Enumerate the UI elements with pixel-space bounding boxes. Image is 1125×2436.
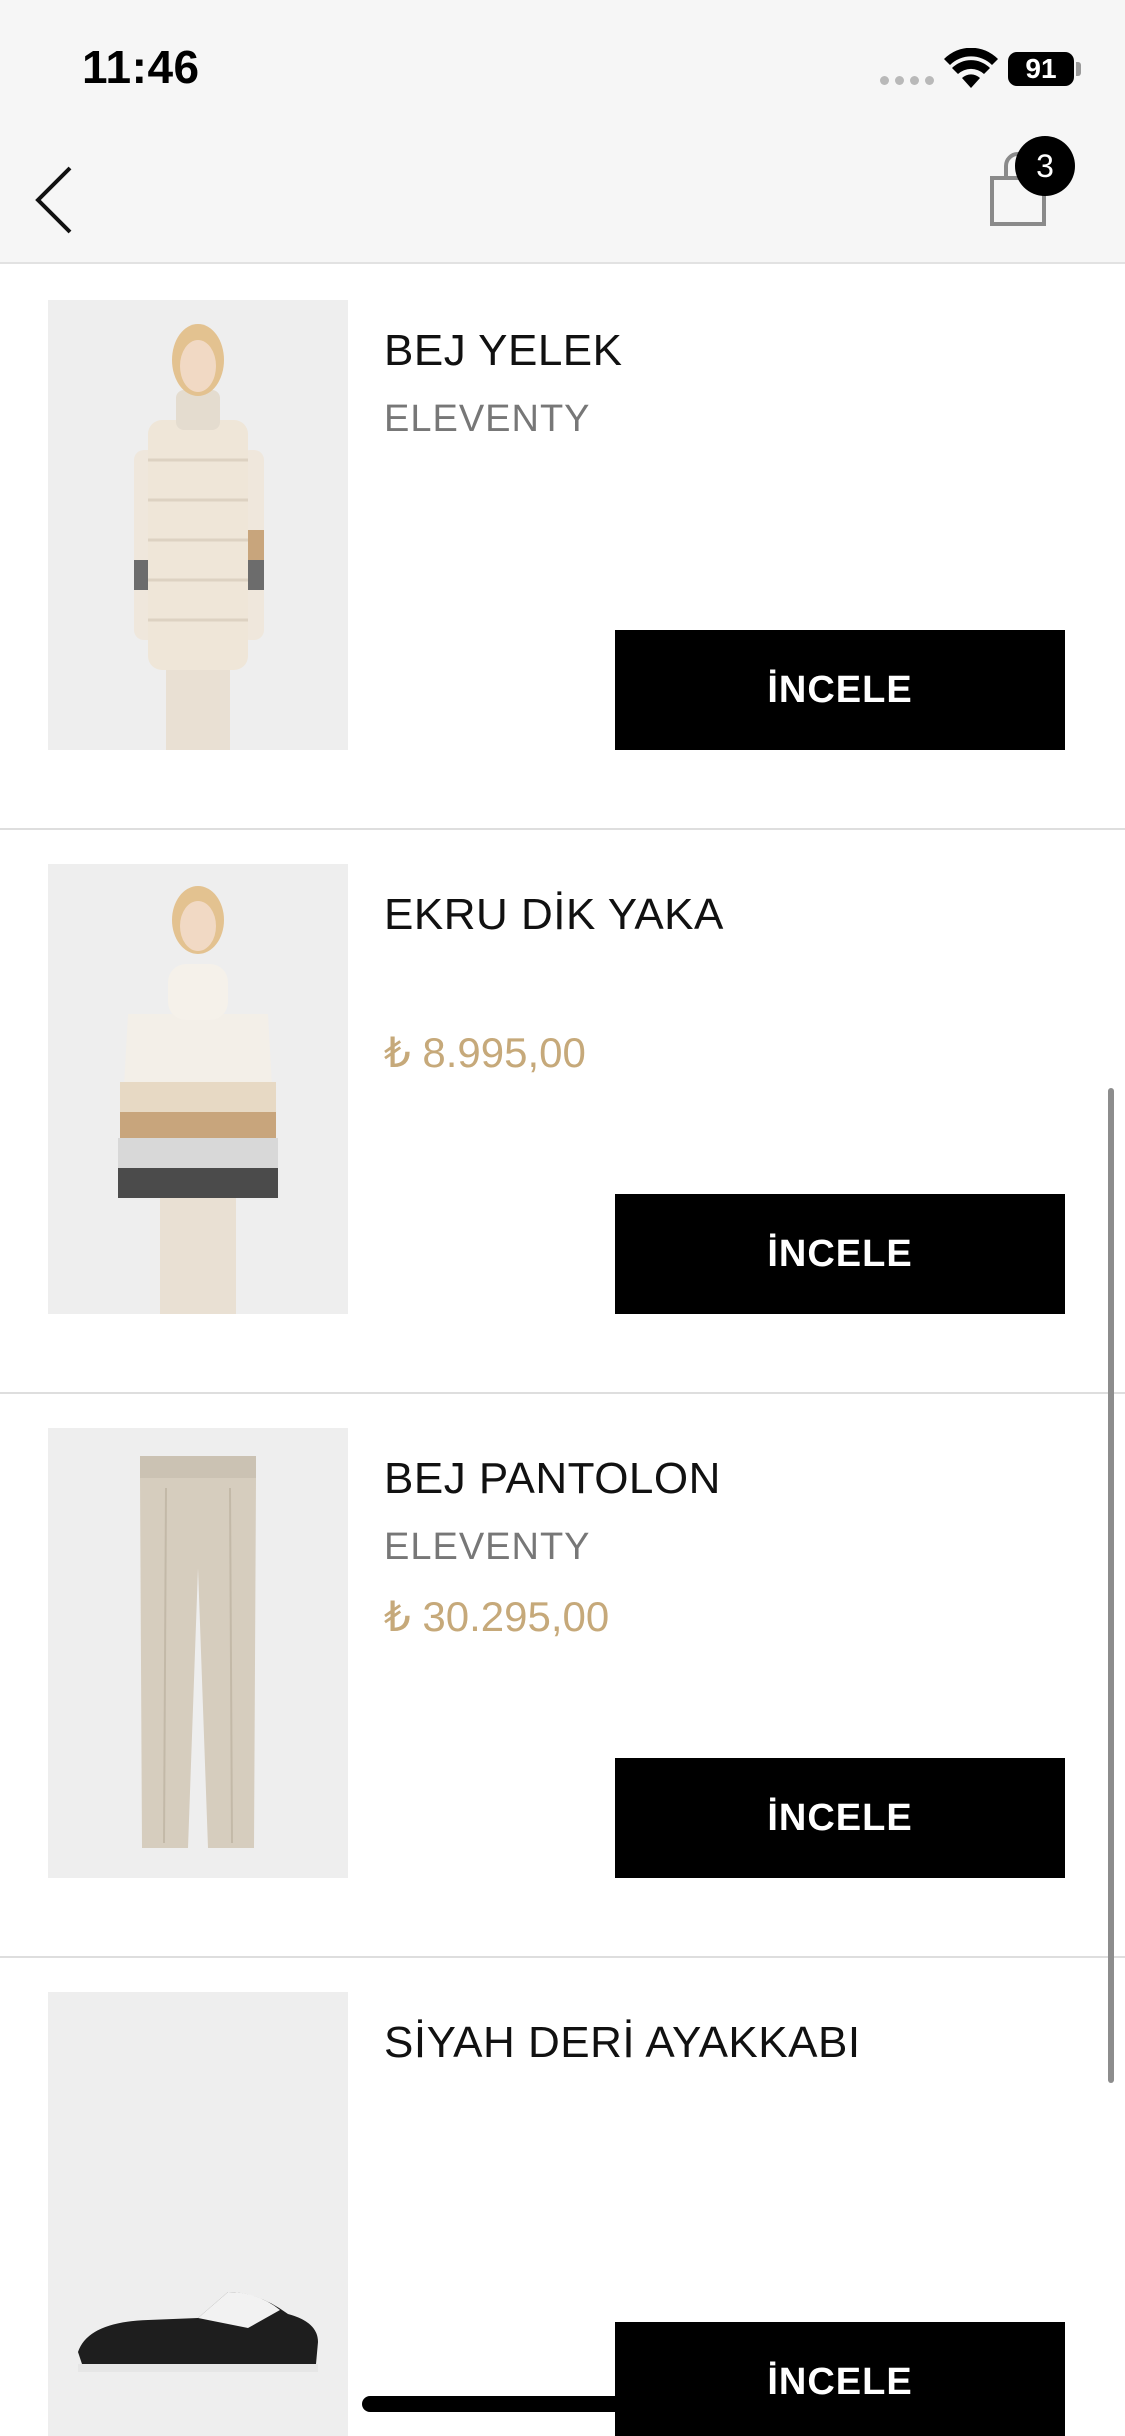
product-row-ekru-dik-yaka: EKRU DİK YAKA ₺ 8.995,00 İNCELE <box>0 830 1125 1394</box>
product-name[interactable]: BEJ YELEK <box>384 326 623 376</box>
trousers-illustration <box>140 1456 256 1848</box>
wifi-icon <box>944 48 998 88</box>
product-image-shoe[interactable] <box>48 1992 348 2436</box>
product-row-bej-pantolon: BEJ PANTOLON ELEVENTY ₺ 30.295,00 İNCELE <box>0 1394 1125 1958</box>
product-brand: ELEVENTY <box>384 398 591 440</box>
app-header: 11:46 91 3 <box>0 0 1125 264</box>
status-time: 11:46 <box>82 41 200 93</box>
scrollbar[interactable] <box>1108 1088 1114 2083</box>
product-row-siyah-deri-ayakkabi: SİYAH DERİ AYAKKABI İNCELE <box>0 1958 1125 2436</box>
back-button[interactable] <box>26 160 86 240</box>
product-row-bej-yelek: BEJ YELEK ELEVENTY İNCELE <box>0 266 1125 830</box>
product-price: ₺ 30.295,00 <box>384 1593 610 1640</box>
home-indicator[interactable] <box>362 2396 764 2412</box>
product-image-vest[interactable] <box>48 300 348 750</box>
product-name[interactable]: SİYAH DERİ AYAKKABI <box>384 2018 861 2068</box>
battery-tip <box>1076 62 1081 76</box>
inspect-button[interactable]: İNCELE <box>615 630 1065 750</box>
vest-illustration <box>134 324 264 750</box>
inspect-button[interactable]: İNCELE <box>615 2322 1065 2436</box>
battery-icon: 91 <box>1008 52 1074 86</box>
cellular-signal-icon <box>880 76 934 85</box>
back-arrow-icon <box>35 166 72 234</box>
sweater-illustration <box>118 886 278 1314</box>
inspect-button[interactable]: İNCELE <box>615 1758 1065 1878</box>
product-name[interactable]: BEJ PANTOLON <box>384 1454 721 1504</box>
product-name[interactable]: EKRU DİK YAKA <box>384 890 724 940</box>
product-brand: ELEVENTY <box>384 1526 591 1568</box>
inspect-button[interactable]: İNCELE <box>615 1194 1065 1314</box>
cart-count-badge: 3 <box>1015 136 1075 196</box>
product-image-sweater[interactable] <box>48 864 348 1314</box>
product-price: ₺ 8.995,00 <box>384 1029 586 1076</box>
product-image-trousers[interactable] <box>48 1428 348 1878</box>
shoe-illustration <box>78 2292 318 2372</box>
